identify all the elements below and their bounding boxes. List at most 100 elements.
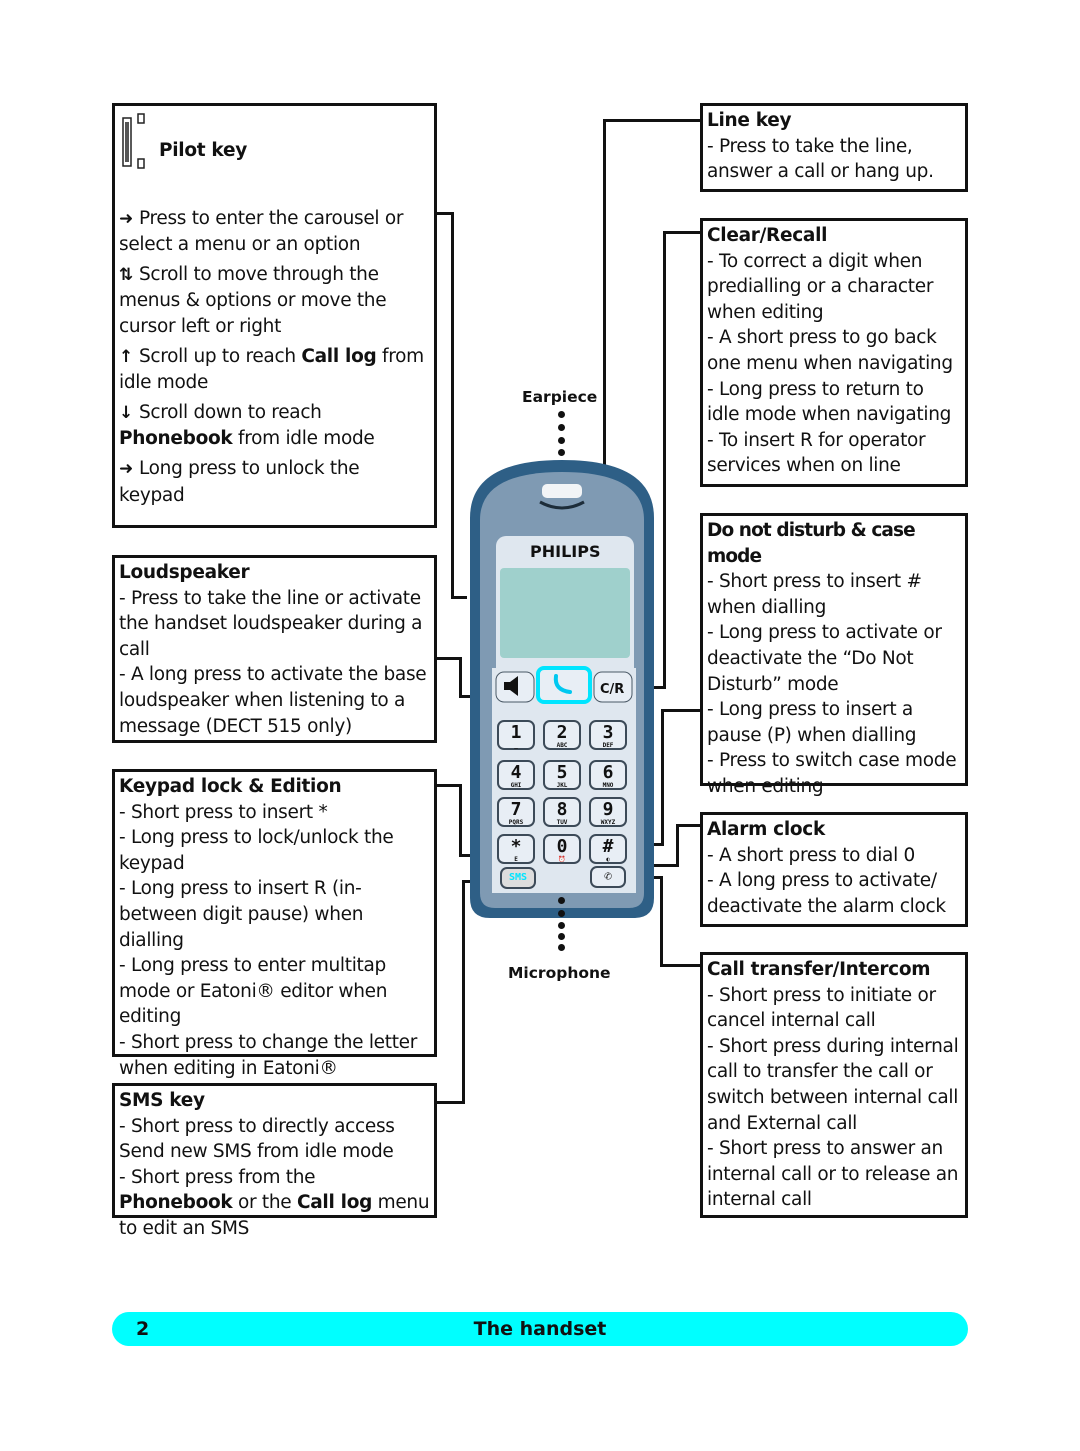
loudspeaker-connector bbox=[459, 657, 462, 698]
sms-key-line: - Short press from the Phonebook or the … bbox=[119, 1166, 430, 1239]
scroll-up-icon: ↑ bbox=[119, 346, 133, 367]
call-transfer-box: Call transfer/Intercom - Short press to … bbox=[700, 952, 968, 1218]
line-key-connector bbox=[603, 119, 703, 122]
clear-recall-title: Clear/Recall bbox=[707, 225, 828, 246]
pilot-item: ⇅ Scroll to move through the menus & opti… bbox=[119, 263, 387, 337]
keypad-key[interactable]: 6 MNO bbox=[589, 760, 627, 790]
alarm-clock-title: Alarm clock bbox=[707, 819, 825, 840]
keypad-lock-line: - Short press to change the letter when … bbox=[119, 1031, 418, 1079]
sms-key[interactable]: SMS bbox=[500, 867, 536, 889]
pilot-item: ➜ Long press to unlock the keypad bbox=[119, 457, 360, 506]
microphone-label: Microphone bbox=[508, 964, 611, 982]
scroll-icon: ⇅ bbox=[119, 264, 133, 285]
pilot-connector bbox=[451, 596, 467, 599]
keypad-lock-connector bbox=[434, 784, 461, 787]
scroll-down-icon: ↓ bbox=[119, 402, 133, 423]
line-key-title: Line key bbox=[707, 110, 792, 131]
clear-recall-line: - To insert R for operator services when… bbox=[707, 429, 926, 477]
keypad-lock-title: Keypad lock & Edition bbox=[119, 776, 342, 797]
intercom-icon: ✆ bbox=[604, 869, 612, 884]
call-transfer-line: - Short press during internal call to tr… bbox=[707, 1035, 959, 1134]
dnd-line: - Long press to activate or deactivate t… bbox=[707, 622, 942, 695]
clear-key-label: C/R bbox=[600, 682, 625, 697]
sms-key-title: SMS key bbox=[119, 1090, 205, 1111]
keypad-key[interactable]: 9 WXYZ bbox=[589, 797, 627, 827]
pilot-item: ➜ Press to enter the carousel or select a… bbox=[119, 207, 404, 256]
keypad-key[interactable]: 7 PQRS bbox=[497, 797, 535, 827]
keypad-key[interactable]: 3 DEF bbox=[589, 720, 627, 750]
alarm-connector bbox=[676, 824, 679, 867]
microphone-dot bbox=[558, 933, 565, 940]
keypad-key[interactable]: # ◐ bbox=[589, 834, 627, 864]
clear-recall-line: - Long press to return to idle mode when… bbox=[707, 378, 952, 426]
alarm-clock-box: Alarm clock - A short press to dial 0 - … bbox=[700, 812, 968, 927]
line-key-line: - Press to take the line, answer a call … bbox=[707, 135, 934, 183]
earpiece-dot bbox=[558, 411, 565, 418]
dnd-connector bbox=[661, 709, 703, 712]
keypad-key[interactable]: 4 GHI bbox=[497, 760, 535, 790]
dnd-line: - Press to switch case mode when editing bbox=[707, 750, 957, 797]
pilot-key-icon bbox=[122, 113, 145, 169]
section-title: The handset bbox=[473, 1318, 607, 1340]
keypad-lock-line: - Short press to insert * bbox=[119, 801, 328, 823]
microphone-dot bbox=[558, 910, 565, 917]
keypad-key[interactable]: 0 ⏰ bbox=[543, 834, 581, 864]
call-transfer-title: Call transfer/Intercom bbox=[707, 959, 931, 980]
sms-key-box: SMS key - Short press to directly access… bbox=[112, 1083, 437, 1239]
earpiece-label: Earpiece bbox=[522, 388, 598, 406]
call-transfer-line: - Short press to initiate or cancel inte… bbox=[707, 984, 936, 1032]
loudspeaker-box: Loudspeaker - Press to take the line or … bbox=[112, 555, 437, 743]
pilot-key-box: Pilot key ➜ Press to enter the carousel o… bbox=[112, 103, 437, 528]
keypad-key[interactable]: 5 JKL bbox=[543, 760, 581, 790]
loudspeaker-line: - Press to take the line or activate the… bbox=[119, 587, 423, 660]
unlock-icon: ➜ bbox=[119, 458, 133, 479]
sms-connector bbox=[434, 1101, 465, 1104]
keypad-lock-line: - Long press to enter multitap mode or E… bbox=[119, 955, 388, 1028]
pilot-connector bbox=[451, 212, 454, 598]
pilot-item: ↓ Scroll down to reach Phonebook from idl… bbox=[119, 401, 375, 450]
call-transfer-connector bbox=[660, 964, 703, 967]
alarm-clock-line: - A short press to dial 0 bbox=[707, 844, 915, 866]
select-icon: ➜ bbox=[119, 208, 133, 229]
clear-recall-line: - A short press to go back one menu when… bbox=[707, 327, 953, 374]
intercom-key[interactable]: ✆ bbox=[590, 866, 626, 888]
call-transfer-line: - Short press to answer an internal call… bbox=[707, 1138, 959, 1211]
dnd-connector bbox=[661, 709, 664, 846]
keypad-key[interactable]: 8 TUV bbox=[543, 797, 581, 827]
microphone-dot bbox=[558, 897, 565, 904]
call-transfer-connector bbox=[660, 876, 663, 967]
brand-logo: PHILIPS bbox=[530, 542, 601, 561]
microphone-dot bbox=[558, 922, 565, 929]
loudspeaker-title: Loudspeaker bbox=[119, 562, 250, 583]
clear-recall-connector bbox=[663, 231, 703, 234]
clear-recall-line: - To correct a digit when predialling or… bbox=[707, 250, 934, 323]
alarm-connector bbox=[676, 824, 703, 827]
dnd-box: Do not disturb & case mode - Short press… bbox=[700, 513, 968, 797]
earpiece-slot bbox=[542, 484, 582, 498]
keypad-key[interactable]: 1 _ bbox=[497, 720, 535, 750]
dnd-line: - Short press to insert # when dialling bbox=[707, 571, 922, 618]
microphone-dot bbox=[558, 944, 565, 951]
dnd-title: Do not disturb & case mode bbox=[707, 520, 916, 567]
page-footer: 2 The handset bbox=[112, 1312, 968, 1346]
loudspeaker-connector bbox=[434, 657, 461, 660]
lcd-screen bbox=[500, 568, 630, 658]
alarm-clock-line: - A long press to activate/ deactivate t… bbox=[707, 870, 946, 917]
pilot-key-title: Pilot key bbox=[159, 140, 247, 161]
earpiece-dot bbox=[558, 424, 565, 431]
sms-key-line: - Short press to directly access Send ne… bbox=[119, 1115, 395, 1163]
keypad-lock-line: - Long press to lock/unlock the keypad bbox=[119, 827, 394, 874]
dnd-line: - Long press to insert a pause (P) when … bbox=[707, 699, 917, 746]
keypad-lock-line: - Long press to insert R (in-between dig… bbox=[119, 878, 364, 951]
line-key bbox=[536, 666, 592, 704]
clear-recall-box: Clear/Recall - To correct a digit when p… bbox=[700, 218, 968, 487]
keypad-lock-box: Keypad lock & Edition - Short press to i… bbox=[112, 769, 437, 1079]
keypad-key[interactable]: * E bbox=[497, 834, 535, 864]
pilot-item: ↑ Scroll up to reach Call log from idle m… bbox=[119, 345, 424, 394]
clear-recall-connector bbox=[663, 231, 666, 689]
loudspeaker-line: - A long press to activate the base loud… bbox=[119, 664, 427, 737]
keypad-key[interactable]: 2 ABC bbox=[543, 720, 581, 750]
sms-connector bbox=[462, 880, 465, 1104]
line-key-box: Line key - Press to take the line, answe… bbox=[700, 103, 968, 192]
keypad-lock-connector bbox=[459, 784, 462, 856]
